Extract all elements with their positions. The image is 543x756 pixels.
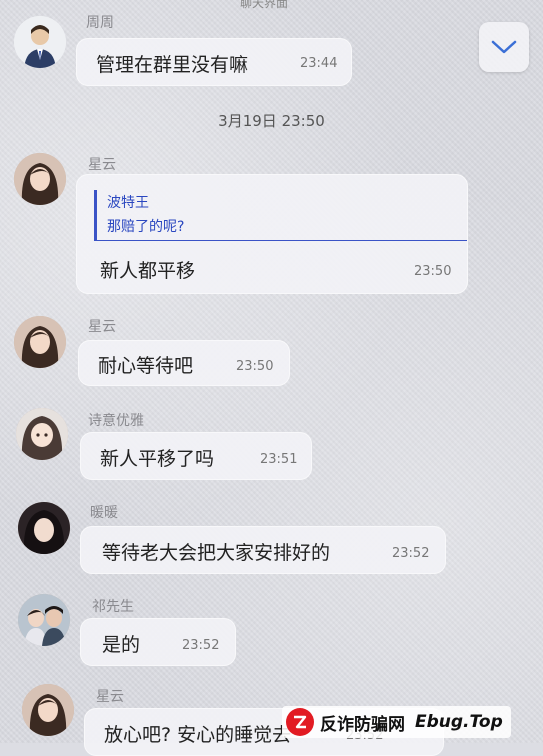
avatar-anime-girl[interactable] — [16, 408, 68, 460]
watermark-cn-text: 反诈防骗网 — [320, 714, 405, 735]
quoted-message[interactable]: 波特王 那赔了的呢? — [94, 190, 467, 241]
avatar-woman[interactable] — [14, 316, 66, 368]
message-bubble[interactable]: 波特王 那赔了的呢? 新人都平移 23:50 — [76, 174, 468, 294]
message-time: 23:50 — [236, 359, 274, 374]
top-bar-fragment: 聊天界面 — [240, 0, 289, 10]
scroll-to-bottom-button[interactable] — [479, 22, 529, 72]
sender-name: 暖暖 — [90, 505, 118, 521]
sender-name: 星云 — [88, 157, 116, 173]
message-text: 新人都平移 — [100, 260, 196, 282]
sender-name: 星云 — [96, 689, 124, 705]
message-time: 23:52 — [182, 638, 220, 653]
quoted-text: 那赔了的呢? — [107, 219, 185, 235]
message-text: 等待老大会把大家安排好的 — [102, 542, 331, 564]
message-time: 23:50 — [414, 264, 452, 279]
sender-name: 星云 — [88, 319, 116, 335]
watermark: 反诈防骗网 Ebug.Top — [282, 706, 511, 738]
message-bubble[interactable]: 新人平移了吗 23:51 — [80, 432, 312, 480]
message-text: 耐心等待吧 — [98, 355, 194, 377]
message-time: 23:51 — [260, 452, 298, 467]
watermark-logo-icon — [286, 708, 314, 736]
sender-name: 祁先生 — [92, 599, 134, 615]
avatar-woman[interactable] — [14, 153, 66, 205]
message-text: 新人平移了吗 — [100, 448, 215, 470]
message-bubble[interactable]: 是的 23:52 — [80, 618, 236, 666]
chevron-down-icon — [491, 40, 517, 54]
quoted-sender: 波特王 — [107, 195, 149, 211]
message-time: 23:52 — [392, 546, 430, 561]
avatar-woman[interactable] — [22, 684, 74, 736]
message-time: 23:44 — [300, 56, 338, 71]
message-bubble[interactable]: 耐心等待吧 23:50 — [78, 340, 290, 386]
avatar-couple[interactable] — [18, 594, 70, 646]
sender-name: 诗意优雅 — [88, 413, 144, 429]
message-text: 是的 — [102, 634, 141, 656]
date-separator: 3月19日 23:50 — [218, 112, 325, 130]
sender-name: 周周 — [86, 15, 114, 31]
avatar-default-man[interactable] — [14, 16, 66, 68]
message-bubble[interactable]: 等待老大会把大家安排好的 23:52 — [80, 526, 446, 574]
watermark-en-text: Ebug.Top — [415, 712, 503, 732]
message-text: 管理在群里没有嘛 — [96, 54, 249, 76]
message-bubble[interactable]: 管理在群里没有嘛 23:44 — [76, 38, 352, 86]
avatar-woman-dark[interactable] — [18, 502, 70, 554]
